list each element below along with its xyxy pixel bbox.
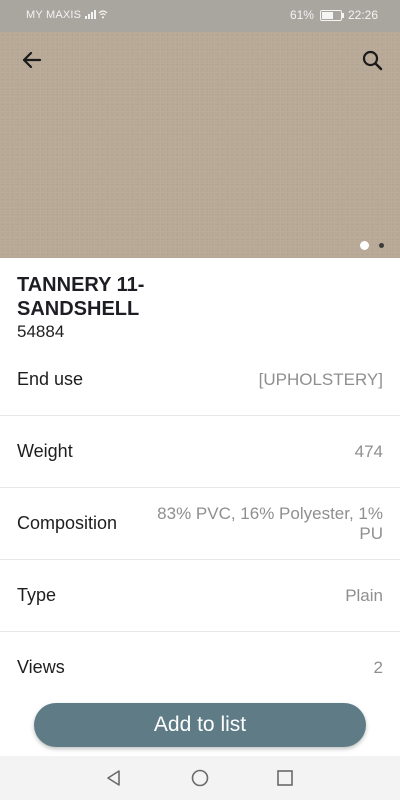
product-code: 54884 bbox=[17, 322, 65, 341]
spec-row-views: Views 2 bbox=[0, 632, 400, 703]
nav-recents-button[interactable] bbox=[275, 768, 295, 788]
status-right-group: 61% 22:26 bbox=[290, 8, 378, 22]
pager-dot[interactable] bbox=[379, 243, 384, 248]
system-nav-bar bbox=[0, 756, 400, 800]
nav-back-button[interactable] bbox=[104, 768, 124, 788]
spec-row-weight: Weight 474 bbox=[0, 416, 400, 488]
spec-value: 474 bbox=[354, 441, 383, 461]
spec-label: Weight bbox=[17, 441, 73, 461]
spec-value: Plain bbox=[345, 585, 383, 605]
image-pager bbox=[360, 241, 384, 250]
back-button[interactable] bbox=[18, 48, 46, 72]
product-header: TANNERY 11-SANDSHELL 54884 bbox=[17, 273, 377, 342]
spec-row-end-use: End use [UPHOLSTERY] bbox=[0, 344, 400, 416]
spec-label: Type bbox=[17, 585, 57, 605]
battery-icon bbox=[319, 9, 344, 21]
status-bar: MY MAXIS 61% 22:26 bbox=[0, 0, 400, 32]
search-icon bbox=[362, 50, 383, 71]
spec-value: [UPHOLSTERY] bbox=[258, 369, 383, 389]
spec-value: 83% PVC, 16% Polyester, 1% PU bbox=[157, 503, 383, 543]
product-image[interactable] bbox=[0, 32, 400, 258]
spec-row-composition: Composition 83% PVC, 16% Polyester, 1% P… bbox=[0, 488, 400, 560]
square-recents-icon bbox=[277, 770, 293, 786]
spec-label: Views bbox=[17, 657, 65, 677]
carrier-label: MY MAXIS bbox=[26, 9, 82, 21]
clock: 22:26 bbox=[347, 8, 378, 22]
spec-row-type: Type Plain bbox=[0, 560, 400, 632]
battery-fill bbox=[321, 11, 333, 19]
triangle-back-icon bbox=[107, 770, 120, 786]
add-to-list-button[interactable]: Add to list bbox=[34, 703, 366, 747]
nav-home-button[interactable] bbox=[190, 768, 210, 788]
spec-list: End use [UPHOLSTERY] Weight 474 Composit… bbox=[0, 344, 400, 703]
spec-label: End use bbox=[17, 369, 84, 389]
battery-percent: 61% bbox=[289, 8, 314, 22]
product-name: TANNERY 11-SANDSHELL bbox=[17, 274, 145, 320]
spec-label: Composition bbox=[17, 513, 118, 533]
carrier-group: MY MAXIS bbox=[26, 9, 108, 21]
back-arrow-icon bbox=[22, 51, 42, 69]
pager-dot-active[interactable] bbox=[360, 241, 369, 250]
search-button[interactable] bbox=[360, 48, 386, 74]
circle-home-icon bbox=[191, 769, 209, 787]
spec-value: 2 bbox=[373, 657, 383, 677]
signal-icon bbox=[84, 9, 108, 21]
